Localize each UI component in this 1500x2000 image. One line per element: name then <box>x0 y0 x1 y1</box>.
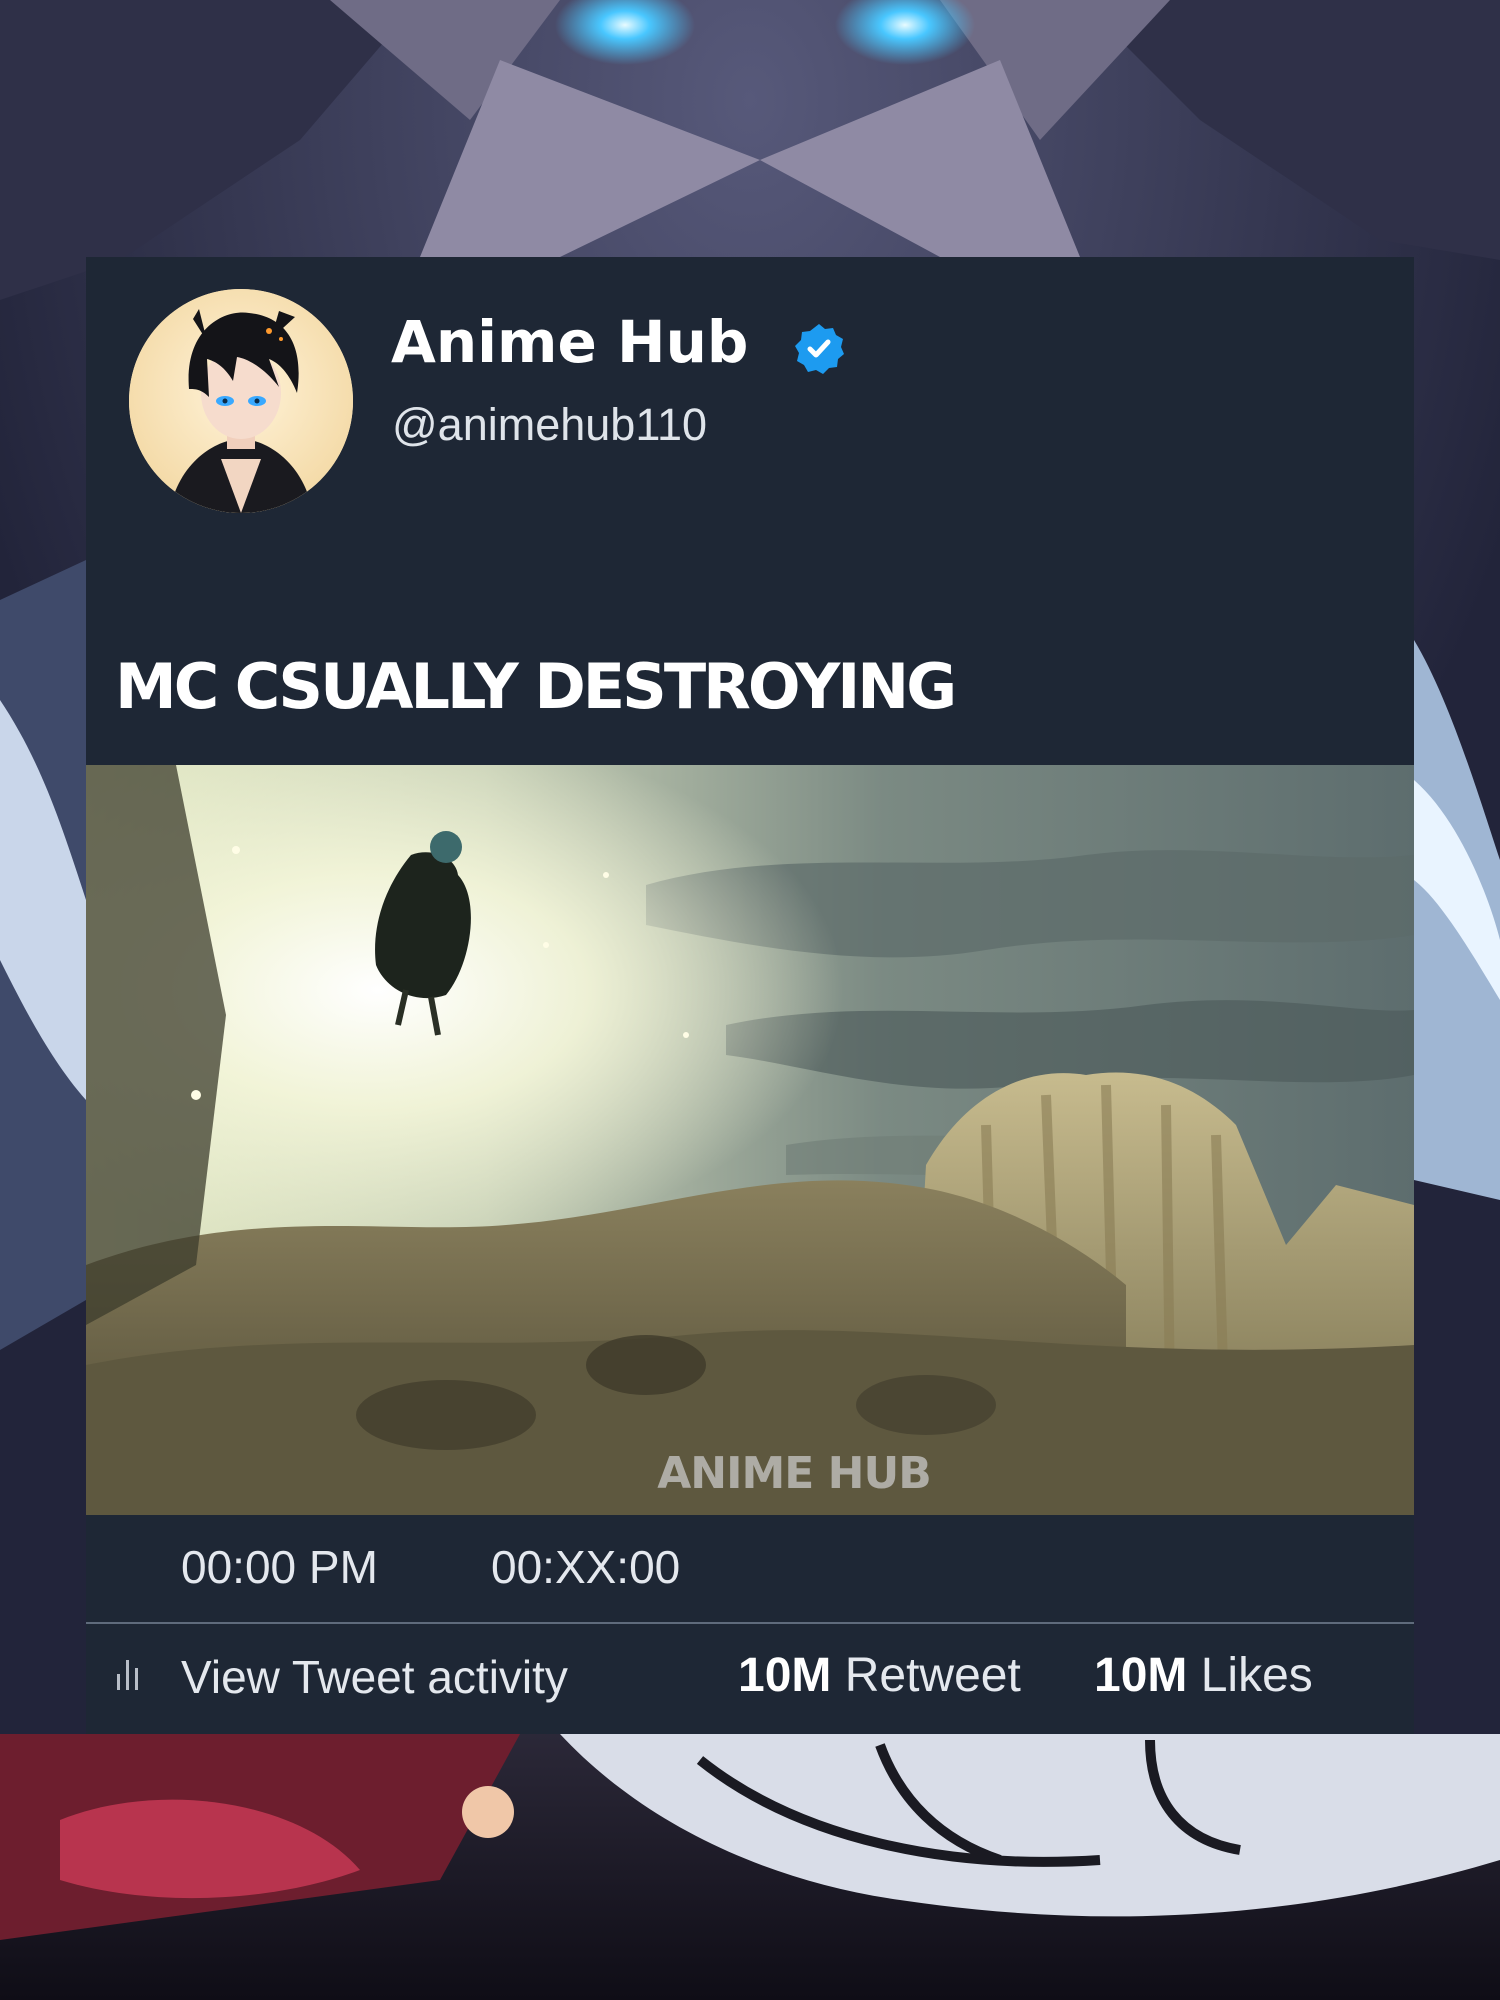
timestamp-row: 00:00 PM 00:XX:00 <box>86 1515 1414 1625</box>
tweet-media[interactable]: ANIME HUB <box>86 765 1414 1515</box>
view-tweet-activity-link[interactable]: View Tweet activity <box>181 1650 568 1704</box>
tweet-date: 00:XX:00 <box>491 1541 681 1593</box>
likes-count: 10M <box>1094 1649 1188 1702</box>
media-watermark: ANIME HUB <box>657 1448 932 1499</box>
likes-stat[interactable]: 10M Likes <box>1094 1648 1313 1704</box>
action-row: View Tweet activity 10M Retweet 10M Like… <box>86 1624 1414 1734</box>
bar-chart-icon <box>117 1660 138 1690</box>
retweet-stat[interactable]: 10M Retweet <box>738 1648 1021 1704</box>
likes-label: Likes <box>1200 1649 1313 1702</box>
retweet-label: Retweet <box>844 1649 1021 1702</box>
tweet-text: MC CSUALLY DESTROYING <box>115 650 957 723</box>
retweet-count: 10M <box>738 1649 832 1702</box>
display-name[interactable]: Anime Hub <box>391 309 748 375</box>
tweet-time: 00:00 PM <box>181 1541 378 1593</box>
handle[interactable]: @animehub110 <box>392 399 707 451</box>
tweet-card: Anime Hub @animehub110 MC CSUALLY DESTRO… <box>86 257 1414 1734</box>
verified-badge-icon <box>795 324 844 374</box>
avatar[interactable] <box>129 289 353 513</box>
